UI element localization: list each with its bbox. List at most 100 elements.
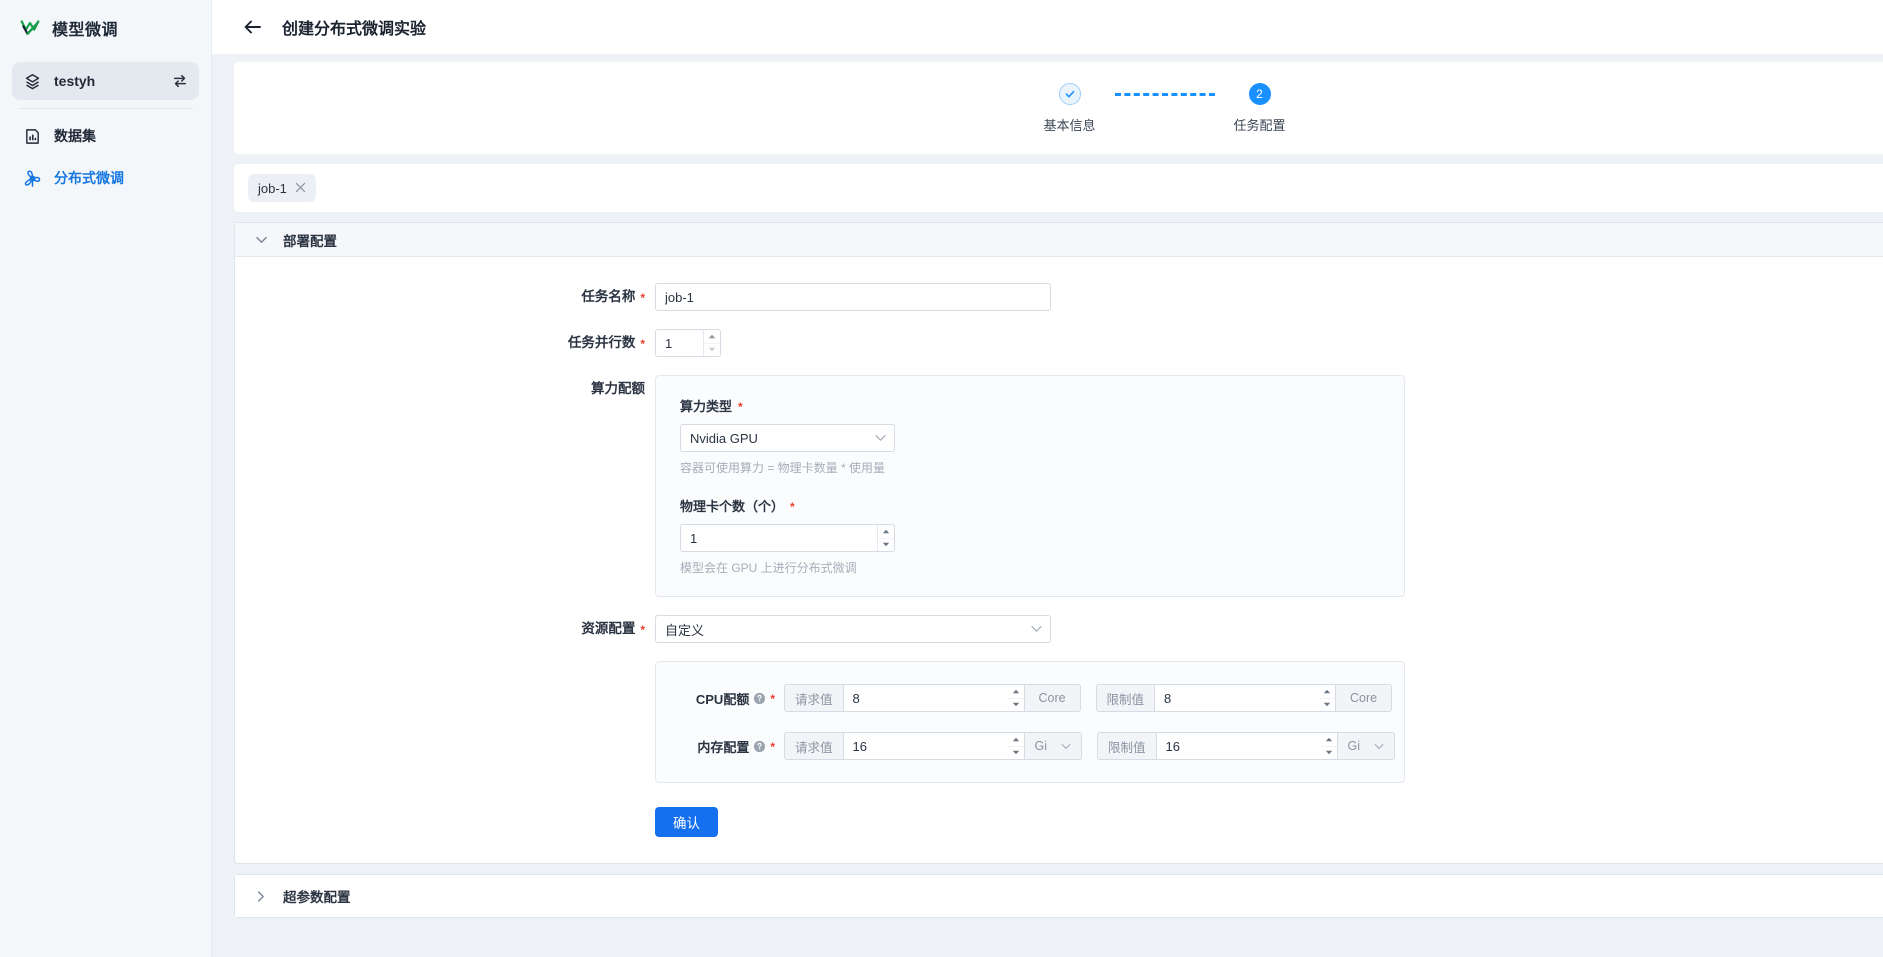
- spin-down-icon[interactable]: [1008, 699, 1024, 712]
- card-count-block: 物理卡个数（个） * 1 模型会在 GPU 上进行分布式微调: [680, 496, 1380, 576]
- spin-up-icon[interactable]: [1320, 733, 1337, 747]
- step-task-config[interactable]: 2 任务配置: [1215, 82, 1305, 134]
- resource-quota-card: CPU配额 * 请求值 8 Core 限制值 8 Core 内存配置 * 请求值…: [655, 661, 1405, 783]
- job-name-label: 任务名称: [581, 289, 636, 304]
- cpu-limit-spinner: [1319, 685, 1336, 712]
- cpu-limit-unit: Core: [1336, 684, 1393, 712]
- compute-quota-label: 算力配额: [591, 381, 645, 396]
- compute-type-value: Nvidia GPU: [690, 430, 758, 446]
- step-basic-info[interactable]: 基本信息: [1025, 82, 1115, 134]
- sidebar-divider: [18, 108, 193, 109]
- compute-quota-label-wrap: 算力配额: [235, 375, 655, 403]
- sidebar-item-distributed-tuning[interactable]: 分布式微调: [12, 159, 199, 197]
- logo-icon: [20, 18, 40, 38]
- step-task-config-label: 任务配置: [1233, 117, 1286, 133]
- spin-down-icon[interactable]: [704, 344, 720, 357]
- spin-down-icon[interactable]: [1008, 747, 1024, 760]
- memory-request-input-wrap: [842, 732, 1025, 760]
- card-count-hint: 模型会在 GPU 上进行分布式微调: [680, 561, 857, 575]
- spin-down-icon[interactable]: [1319, 699, 1335, 712]
- parallelism-stepper: [655, 329, 721, 357]
- page-title: 创建分布式微调实验: [282, 21, 427, 38]
- cpu-limit-addon: 限制值: [1095, 684, 1155, 712]
- sidebar-item-distributed-tuning-label: 分布式微调: [54, 170, 124, 186]
- sidebar-project-label: testyh: [54, 73, 96, 89]
- memory-limit-input-wrap: [1155, 732, 1338, 760]
- deploy-config-panel: 部署配置 任务名称 * job-1 任务并行数 * 1 算力配额 算力类型 * …: [234, 222, 1883, 864]
- job-name-label-wrap: 任务名称 *: [235, 283, 655, 311]
- deploy-config-title: 部署配置: [283, 233, 337, 249]
- cpu-label-wrap: CPU配额 *: [680, 689, 784, 708]
- job-name-field: [655, 283, 1051, 311]
- required-marker: *: [770, 740, 775, 754]
- question-circle-icon[interactable]: [753, 692, 766, 705]
- resource-config-value: 自定义: [665, 622, 705, 638]
- spin-down-icon[interactable]: [878, 539, 894, 552]
- memory-request-unit-select[interactable]: Gi: [1024, 732, 1083, 760]
- sidebar-item-dataset-label: 数据集: [54, 128, 96, 144]
- memory-request-addon: 请求值: [784, 732, 843, 760]
- hyperparameter-panel: 超参数配置: [234, 874, 1883, 918]
- form-row-resource-quota: CPU配额 * 请求值 8 Core 限制值 8 Core 内存配置 * 请求值…: [235, 661, 1883, 783]
- step-task-config-marker: 2: [1248, 82, 1271, 105]
- chevron-down-icon: [1061, 739, 1071, 753]
- job-tab-job-1[interactable]: job-1: [248, 174, 316, 202]
- cpu-request-input[interactable]: [843, 685, 1024, 711]
- dataset-icon: [22, 126, 42, 146]
- form-row-compute-quota: 算力配额 算力类型 * Nvidia GPU 容器可使用算力 = 物理卡数量 *…: [235, 375, 1883, 597]
- memory-request-group: 请求值 16 Gi: [784, 732, 1083, 760]
- compute-quota-field: 算力类型 * Nvidia GPU 容器可使用算力 = 物理卡数量 * 使用量 …: [655, 375, 1405, 597]
- compute-type-label: 算力类型: [680, 399, 733, 414]
- cpu-limit-group: 限制值 8 Core: [1095, 684, 1393, 712]
- job-tabs-bar: job-1: [234, 164, 1883, 212]
- parallelism-field: [655, 329, 721, 357]
- memory-limit-unit-select[interactable]: Gi: [1337, 732, 1396, 760]
- hyperparameter-title: 超参数配置: [283, 890, 351, 905]
- memory-request-spinner: [1007, 733, 1024, 760]
- resource-config-field: 自定义: [655, 615, 1051, 643]
- spin-up-icon[interactable]: [1007, 685, 1024, 699]
- resource-config-select[interactable]: 自定义: [655, 615, 1051, 643]
- hyperparameter-header[interactable]: 超参数配置: [235, 875, 1883, 917]
- memory-limit-group: 限制值 16 Gi: [1097, 732, 1396, 760]
- compute-type-select[interactable]: Nvidia GPU: [680, 424, 895, 452]
- compute-type-hint: 容器可使用算力 = 物理卡数量 * 使用量: [680, 461, 886, 475]
- cpu-request-unit: Core: [1024, 684, 1081, 712]
- memory-limit-spinner: [1320, 733, 1337, 760]
- chevron-down-icon: [875, 434, 886, 442]
- chevron-right-icon: [255, 890, 267, 902]
- job-tab-label: job-1: [258, 180, 287, 196]
- spin-down-icon[interactable]: [1321, 747, 1337, 760]
- deploy-config-header[interactable]: 部署配置: [235, 223, 1883, 257]
- spin-up-icon[interactable]: [1319, 685, 1336, 699]
- close-icon[interactable]: [295, 182, 306, 195]
- memory-request-input[interactable]: [843, 733, 1024, 759]
- confirm-button[interactable]: 确认: [655, 807, 718, 837]
- form-row-parallelism: 任务并行数 *: [235, 329, 1883, 357]
- memory-label-wrap: 内存配置 *: [680, 737, 784, 756]
- stepper-card: 基本信息 2 任务配置: [234, 62, 1883, 154]
- arrow-left-icon[interactable]: [242, 16, 264, 38]
- question-circle-icon[interactable]: [753, 740, 766, 753]
- step-basic-info-label: 基本信息: [1043, 117, 1096, 133]
- spin-up-icon[interactable]: [1007, 733, 1024, 747]
- compute-type-label-wrap: 算力类型 *: [680, 396, 1380, 415]
- job-name-input[interactable]: [655, 283, 1051, 311]
- sidebar-project-switcher[interactable]: testyh: [12, 62, 199, 100]
- cpu-limit-input[interactable]: [1155, 685, 1336, 711]
- swap-icon[interactable]: [171, 72, 189, 90]
- cpu-request-group: 请求值 8 Core: [784, 684, 1081, 712]
- sidebar-item-dataset[interactable]: 数据集: [12, 117, 199, 155]
- spin-up-icon[interactable]: [704, 330, 720, 344]
- parallelism-label: 任务并行数: [567, 335, 636, 350]
- memory-limit-input[interactable]: [1156, 733, 1337, 759]
- spin-up-icon[interactable]: [878, 525, 894, 539]
- card-count-stepper: [680, 524, 895, 552]
- card-count-input[interactable]: [680, 524, 895, 552]
- content-scroll-area[interactable]: 基本信息 2 任务配置 job-1 部署配置 任务名称 * job-1 任务并行…: [212, 54, 1883, 957]
- confirm-row: 确认: [235, 807, 1883, 837]
- main-area: 创建分布式微调实验 基本信息 2 任务配置 job-1 部署配置 任务名称 * …: [212, 0, 1883, 957]
- card-count-label-wrap: 物理卡个数（个） *: [680, 496, 1380, 515]
- memory-request-unit: Gi: [1034, 739, 1048, 753]
- chevron-down-icon: [1031, 625, 1042, 633]
